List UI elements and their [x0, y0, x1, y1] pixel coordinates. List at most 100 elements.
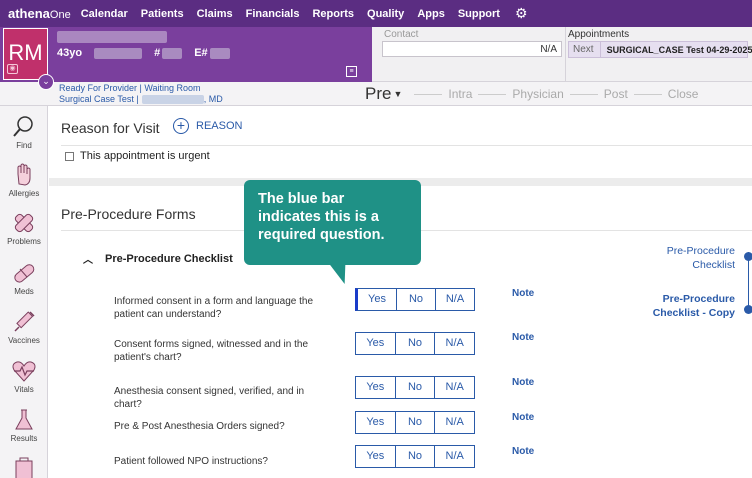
contact-field[interactable]: N/A	[382, 41, 562, 57]
syringe-icon	[14, 311, 35, 332]
no-button[interactable]: No	[396, 412, 436, 433]
appointments-label: Appointments	[568, 29, 630, 40]
nav-claims[interactable]: Claims	[197, 8, 233, 20]
nav-reports[interactable]: Reports	[312, 8, 354, 20]
yes-button[interactable]: Yes	[356, 333, 396, 354]
redacted-enterprise-id	[209, 47, 230, 59]
athena-logo[interactable]: athenaOne	[8, 6, 71, 21]
toc-item-checklist-copy[interactable]: Pre-Procedure Checklist - Copy	[653, 292, 735, 320]
urgent-checkbox-row[interactable]: This appointment is urgent	[65, 150, 210, 162]
patient-banner: RM ◉ 43yo # E# ≡	[0, 27, 372, 82]
note-link[interactable]: Note	[512, 446, 534, 457]
section-title: Reason for Visit	[61, 120, 160, 136]
checklist-header[interactable]: ︿ Pre-Procedure Checklist	[83, 251, 233, 267]
add-reason-label: REASON	[196, 120, 243, 132]
yes-button[interactable]: Yes	[356, 446, 396, 467]
flask-icon	[15, 409, 33, 430]
note-link[interactable]: Note	[512, 288, 534, 299]
na-button[interactable]: N/A	[435, 333, 474, 354]
patient-name-redacted[interactable]	[57, 31, 167, 43]
magnifier-icon	[13, 116, 33, 137]
sidebar-item-problems[interactable]: Problems	[0, 210, 48, 246]
yes-button[interactable]: Yes	[356, 377, 396, 398]
gear-icon[interactable]: ⚙	[515, 5, 528, 22]
contact-label: Contact	[384, 29, 419, 40]
na-button[interactable]: N/A	[435, 377, 474, 398]
sidebar-label: Problems	[7, 237, 41, 246]
stage-tracker: Pre ▼ Intra Physician Post Close	[365, 84, 698, 104]
form-navigator: Pre-Procedure Checklist Pre-Procedure Ch…	[609, 236, 752, 436]
nav-apps[interactable]: Apps	[417, 8, 445, 20]
section-title: Pre-Procedure Forms	[61, 206, 196, 222]
nav-calendar[interactable]: Calendar	[81, 8, 128, 20]
no-button[interactable]: No	[396, 446, 436, 467]
answer-group: Yes No N/A	[355, 445, 475, 468]
sidebar-item-vitals[interactable]: Vitals	[0, 358, 48, 394]
patient-age: 43yo	[57, 47, 83, 59]
redacted-provider	[141, 94, 204, 104]
sidebar-item-vaccines[interactable]: Vaccines	[0, 309, 48, 345]
chevron-down-icon[interactable]: ⌄	[38, 74, 54, 90]
sidebar-label: Find	[16, 141, 32, 150]
toc-dot	[744, 252, 752, 261]
na-button[interactable]: N/A	[436, 289, 474, 310]
sidebar-label: Vitals	[14, 385, 34, 394]
stage-connector	[414, 93, 443, 95]
add-reason-button[interactable]: + REASON	[173, 118, 242, 134]
nav-support[interactable]: Support	[458, 8, 500, 20]
top-nav: athenaOne Calendar Patients Claims Finan…	[0, 0, 752, 27]
answer-group: Yes No N/A	[355, 411, 475, 434]
na-button[interactable]: N/A	[435, 412, 474, 433]
question-text: Consent forms signed, witnessed and in t…	[114, 339, 308, 363]
appointment-panel: Contact N/A Appointments Next SURGICAL_C…	[372, 27, 752, 82]
stage-pre[interactable]: Pre	[365, 84, 391, 104]
reason-for-visit-section: Reason for Visit + REASON This appointme…	[49, 106, 752, 178]
nav-financials[interactable]: Financials	[246, 8, 300, 20]
required-question-tooltip: The blue bar indicates this is a require…	[244, 180, 421, 265]
provider-suffix: , MD	[203, 94, 223, 104]
yes-button[interactable]: Yes	[356, 412, 396, 433]
sidebar-item-meds[interactable]: Meds	[0, 260, 48, 296]
no-button[interactable]: No	[397, 289, 436, 310]
sidebar-item-find[interactable]: Find	[0, 114, 48, 150]
encounter-status[interactable]: Ready For Provider | Waiting Room	[59, 83, 201, 93]
redacted-mrn	[162, 47, 183, 59]
notes-icon[interactable]: ≡	[346, 66, 357, 77]
note-link[interactable]: Note	[512, 412, 534, 423]
pill-icon	[14, 264, 35, 283]
answer-group-required: Yes No N/A	[355, 288, 475, 311]
nav-patients[interactable]: Patients	[141, 8, 184, 20]
question-text: Patient followed NPO instructions?	[114, 456, 268, 467]
next-appointment-value: SURGICAL_CASE Test 04-29-2025	[606, 44, 752, 55]
caret-down-icon[interactable]: ▼	[393, 89, 402, 99]
checklist-title: Pre-Procedure Checklist	[105, 252, 233, 265]
sidebar-item-allergies[interactable]: Allergies	[0, 162, 48, 198]
divider	[565, 27, 566, 82]
camera-icon[interactable]: ◉	[7, 64, 18, 74]
no-button[interactable]: No	[396, 333, 436, 354]
sidebar-item-more[interactable]	[0, 456, 48, 478]
sidebar-label: Results	[10, 434, 38, 443]
stage-close[interactable]: Close	[668, 87, 699, 101]
plus-icon: +	[173, 118, 189, 134]
sidebar-item-results[interactable]: Results	[0, 407, 48, 443]
next-appointment[interactable]: Next SURGICAL_CASE Test 04-29-2025	[568, 41, 752, 58]
note-link[interactable]: Note	[512, 377, 534, 388]
toc-item-checklist[interactable]: Pre-Procedure Checklist	[667, 244, 735, 272]
na-button[interactable]: N/A	[435, 446, 474, 467]
stage-post[interactable]: Post	[604, 87, 628, 101]
sidebar-label: Allergies	[8, 189, 40, 198]
stage-intra[interactable]: Intra	[448, 87, 472, 101]
contact-value: N/A	[540, 44, 557, 55]
toc-dot	[744, 305, 752, 314]
enterprise-prefix: E#	[194, 47, 208, 59]
status-bar: ⌄ Ready For Provider | Waiting Room Surg…	[0, 74, 752, 106]
yes-button[interactable]: Yes	[358, 289, 397, 310]
mrn-prefix: #	[154, 47, 161, 59]
stage-physician[interactable]: Physician	[512, 87, 563, 101]
urgent-checkbox[interactable]	[65, 151, 74, 161]
note-link[interactable]: Note	[512, 332, 534, 343]
no-button[interactable]: No	[396, 377, 436, 398]
nav-quality[interactable]: Quality	[367, 8, 404, 20]
question-text: Pre & Post Anesthesia Orders signed?	[114, 421, 285, 432]
